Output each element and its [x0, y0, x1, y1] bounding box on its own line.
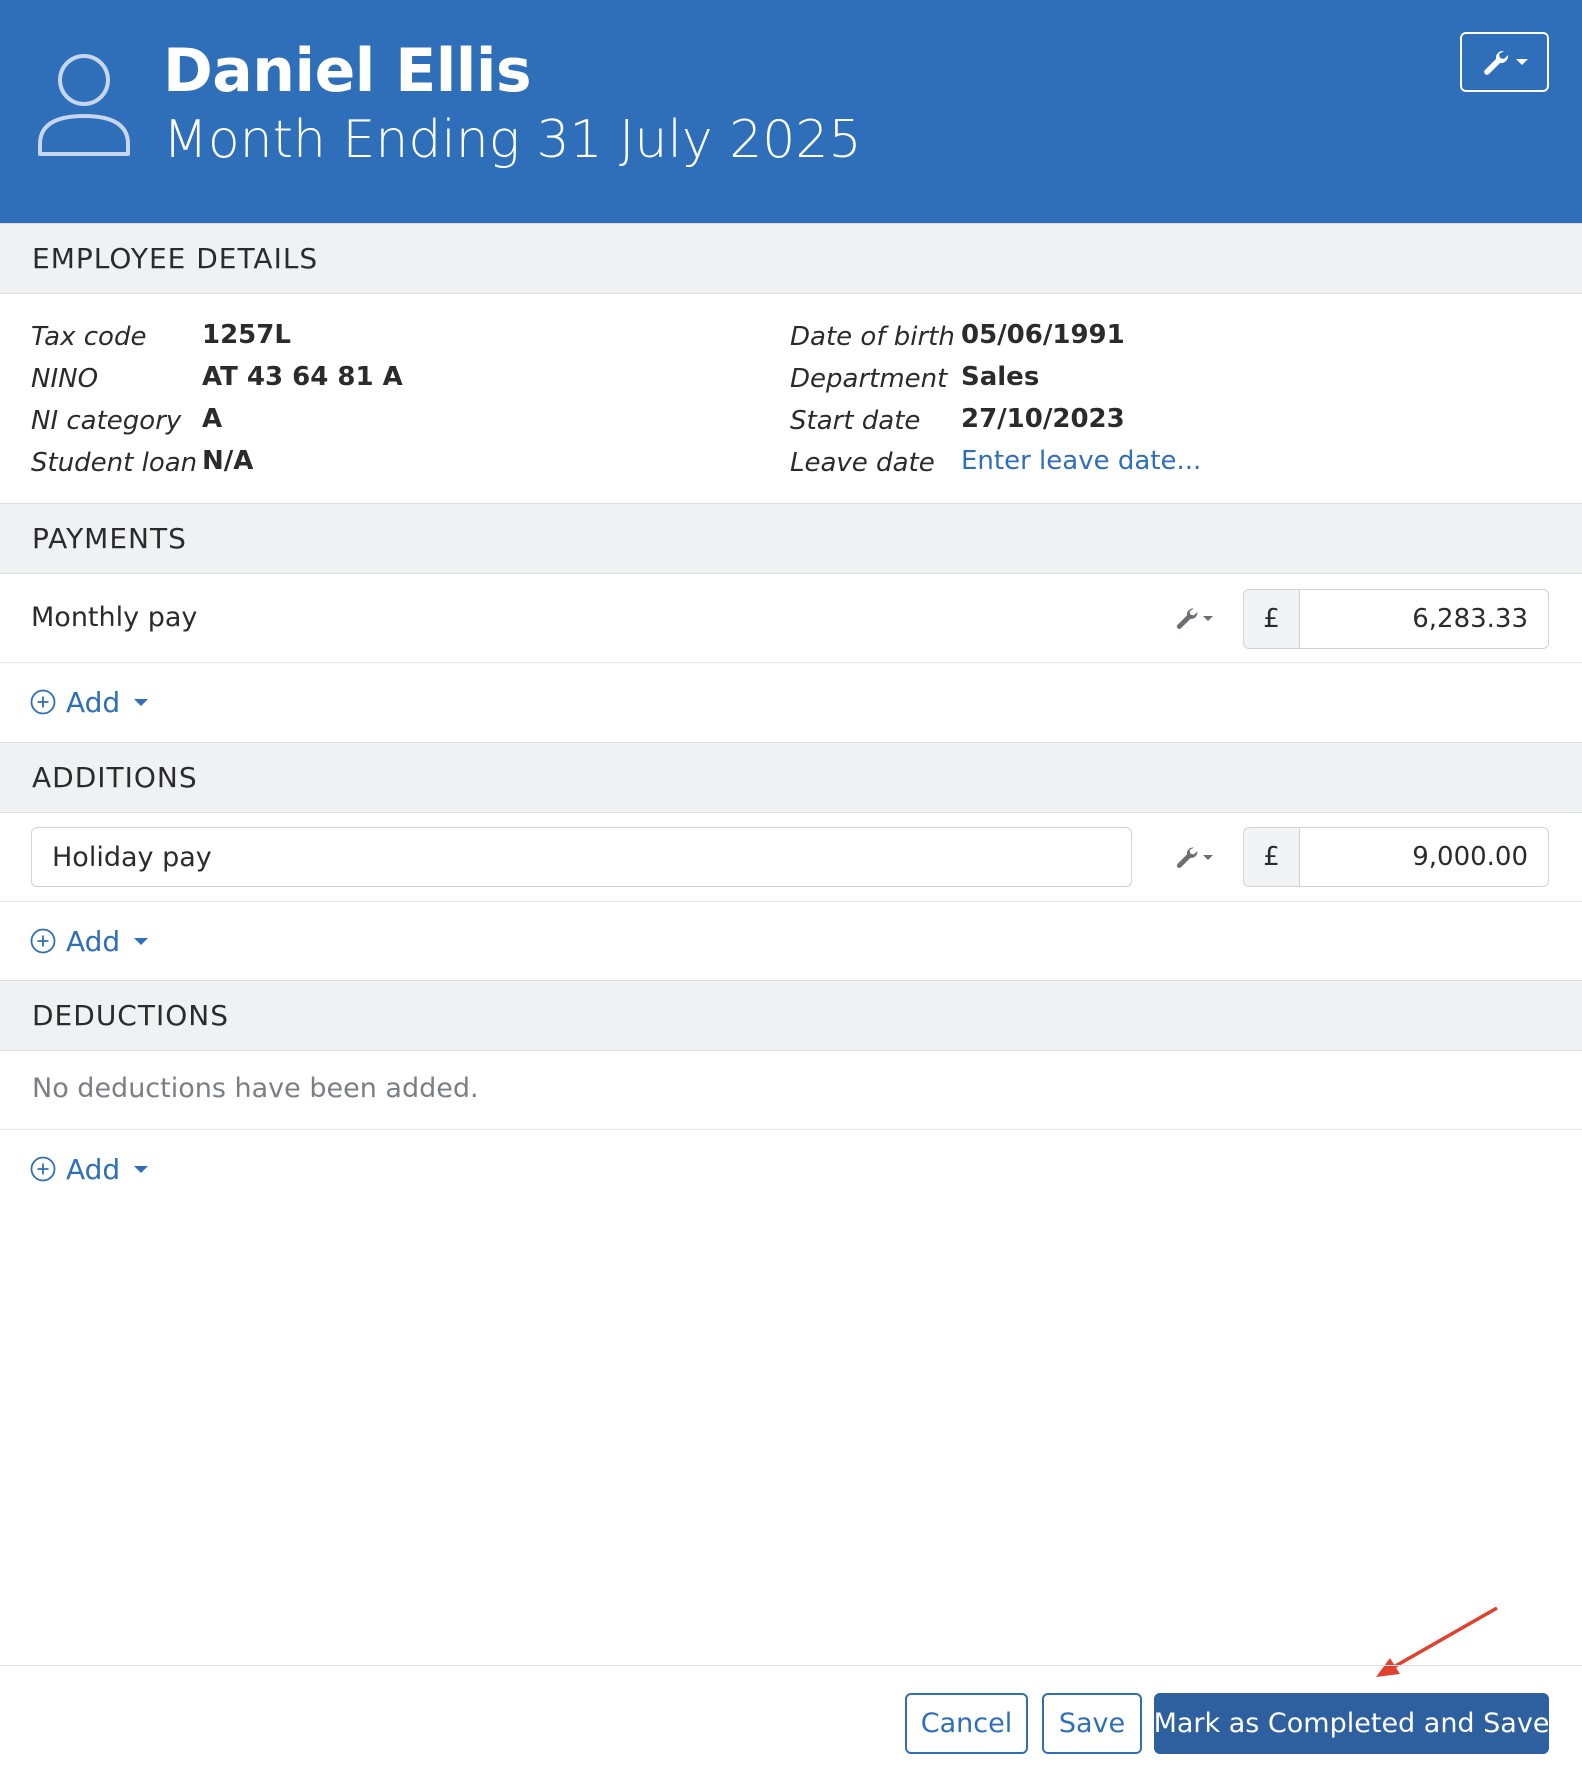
monthly-pay-label: Monthly pay [31, 602, 198, 633]
header-tools-dropdown-button[interactable] [1460, 32, 1549, 92]
add-deduction-label: Add [66, 1152, 121, 1186]
tax-code-label: Tax code [31, 322, 147, 352]
plus-circle-icon [30, 1156, 56, 1182]
user-avatar-icon [38, 54, 130, 156]
student-loan-value: N/A [202, 446, 254, 476]
nino-value: AT 43 64 81 A [202, 362, 403, 392]
holiday-pay-name-input[interactable]: Holiday pay [31, 827, 1132, 887]
employee-header: Daniel Ellis Month Ending 31 July 2025 [0, 0, 1582, 223]
annotation-arrow-icon [1376, 1606, 1498, 1677]
footer-divider [0, 1665, 1582, 1666]
caret-down-icon [134, 937, 149, 945]
start-date-label: Start date [790, 406, 921, 436]
add-deduction-button[interactable]: Add [30, 1151, 149, 1187]
caret-down-icon [134, 1165, 149, 1173]
student-loan-label: Student loan [31, 448, 198, 478]
monthly-pay-tools-dropdown[interactable] [1169, 598, 1219, 638]
divider [0, 901, 1582, 902]
ni-category-value: A [202, 404, 223, 434]
cancel-button[interactable]: Cancel [905, 1693, 1028, 1754]
holiday-pay-tools-dropdown[interactable] [1169, 837, 1219, 877]
chevron-down-icon [1515, 59, 1528, 65]
add-payment-label: Add [66, 685, 121, 719]
plus-circle-icon [30, 689, 56, 715]
wrench-icon [1176, 847, 1198, 868]
additions-heading: ADDITIONS [0, 742, 1582, 813]
pay-period-title: Month Ending 31 July 2025 [163, 110, 862, 170]
start-date-value: 27/10/2023 [961, 404, 1125, 434]
divider [0, 662, 1582, 663]
employee-name: Daniel Ellis [163, 36, 532, 106]
chevron-down-icon [1203, 854, 1213, 860]
nino-label: NINO [31, 364, 99, 394]
dob-label: Date of birth [790, 322, 955, 352]
add-payment-button[interactable]: Add [30, 684, 149, 720]
department-label: Department [790, 364, 948, 394]
deductions-heading: DEDUCTIONS [0, 980, 1582, 1051]
add-addition-label: Add [66, 924, 121, 958]
add-addition-button[interactable]: Add [30, 923, 149, 959]
caret-down-icon [134, 698, 149, 706]
currency-symbol: £ [1244, 828, 1300, 886]
payments-heading: PAYMENTS [0, 503, 1582, 574]
dob-value: 05/06/1991 [961, 320, 1125, 350]
employee-details-heading: EMPLOYEE DETAILS [0, 223, 1582, 294]
wrench-icon [1176, 608, 1198, 629]
tax-code-value: 1257L [202, 320, 291, 350]
holiday-pay-amount-group[interactable]: £ 9,000.00 [1243, 827, 1549, 887]
leave-date-label: Leave date [790, 448, 935, 478]
currency-symbol: £ [1244, 590, 1300, 648]
department-value: Sales [961, 362, 1040, 392]
monthly-pay-amount-input[interactable]: 6,283.33 [1300, 590, 1548, 648]
holiday-pay-amount-input[interactable]: 9,000.00 [1300, 828, 1548, 886]
wrench-icon [1483, 50, 1508, 75]
plus-circle-icon [30, 928, 56, 954]
save-button[interactable]: Save [1042, 1693, 1142, 1754]
ni-category-label: NI category [31, 406, 182, 436]
monthly-pay-amount-group[interactable]: £ 6,283.33 [1243, 589, 1549, 649]
mark-completed-and-save-button[interactable]: Mark as Completed and Save [1154, 1693, 1549, 1754]
chevron-down-icon [1203, 615, 1213, 621]
enter-leave-date-link[interactable]: Enter leave date... [961, 446, 1201, 476]
no-deductions-message: No deductions have been added. [32, 1073, 479, 1104]
divider [0, 1129, 1582, 1130]
